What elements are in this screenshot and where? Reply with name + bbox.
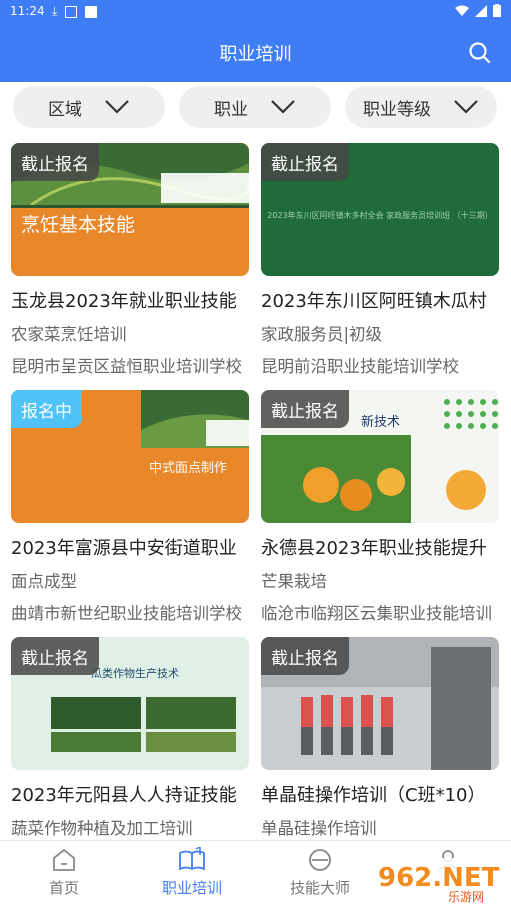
thumb-text: 2023年东川区阿旺镇木多村全会 家政服务员培训班 （十三期） [267, 210, 492, 220]
watermark-subtext: 乐游网 [448, 890, 484, 904]
notification-icons: ⤓ [52, 4, 98, 19]
watermark-text: 962.NET [378, 863, 500, 893]
book-icon [179, 847, 205, 871]
course-occupation: 农家菜烹饪培训 [11, 325, 127, 344]
course-title: 2023年东川区阿旺镇木瓜村 [261, 291, 487, 312]
chevron-down-icon [454, 100, 478, 114]
tab-skill-master[interactable]: 技能大师 [256, 847, 384, 898]
course-occupation: 单晶硅操作培训 [261, 819, 377, 838]
course-organization: 昆明市呈贡区益恒职业培训学校 [11, 357, 242, 376]
search-icon [469, 42, 491, 64]
filter-label: 区域 [48, 99, 82, 120]
course-card[interactable]: 2023年东川区阿旺镇木多村全会 家政服务员培训班 （十三期） 截止报名 202… [261, 143, 499, 383]
course-card[interactable]: 截止报名 单晶硅操作培训（C班*10） 单晶硅操作培训 [261, 637, 499, 838]
course-title: 2023年富源县中安街道职业 [11, 538, 237, 559]
watermark-logo: 962.NET 乐游网 [372, 858, 506, 904]
thumb-text: 烹饪基本技能 [21, 214, 135, 236]
status-badge: 报名中 [11, 390, 82, 428]
square-notification-icon [85, 5, 98, 18]
tab-home[interactable]: 首页 [0, 847, 128, 898]
thumb-text: 中式面点制作 [149, 461, 227, 476]
filter-occupation[interactable]: 职业 [179, 86, 331, 128]
course-title: 永德县2023年职业技能提升 [261, 538, 487, 559]
status-badge: 截止报名 [11, 637, 99, 675]
download-icon: ⤓ [52, 4, 58, 18]
tab-label: 技能大师 [289, 879, 350, 897]
tab-label: 首页 [48, 879, 79, 897]
course-occupation: 家政服务员|初级 [261, 325, 383, 344]
thumb-text: 新技术 [361, 414, 400, 430]
battery-icon [493, 4, 501, 17]
app-notification-icon [65, 5, 78, 18]
course-organization: 曲靖市新世纪职业技能培训学校 [11, 604, 242, 623]
filter-label: 职业 [214, 99, 248, 120]
course-title: 2023年元阳县人人持证技能 [11, 785, 237, 806]
status-bar: 11:24 ⤓ [0, 0, 511, 24]
filter-bar: 区域 职业 职业等级 [0, 82, 511, 134]
home-icon [53, 848, 75, 871]
course-occupation: 蔬菜作物种植及加工培训 [11, 819, 193, 838]
tab-label: 职业培训 [161, 879, 222, 897]
status-badge: 截止报名 [11, 143, 99, 181]
course-card[interactable]: 瓜类作物生产技术 截止报名 2023年元阳县人人持证技能 蔬菜作物种植及加工培训 [11, 637, 249, 838]
master-icon [309, 849, 331, 871]
chevron-down-icon [271, 100, 295, 114]
search-button[interactable] [467, 40, 493, 66]
course-occupation: 芒果栽培 [261, 572, 327, 591]
course-card[interactable]: 新技术 截止报名 永德县2023年职业技能提升 芒果栽培 临沧市临翔区云集职业技… [261, 390, 499, 630]
tab-vocational-training[interactable]: 职业培训 [128, 847, 256, 898]
thumb-text: 瓜类作物生产技术 [91, 666, 179, 680]
system-icons [455, 4, 501, 17]
course-title: 玉龙县2023年就业职业技能 [11, 291, 237, 312]
status-badge: 截止报名 [261, 637, 349, 675]
page-title: 职业培训 [219, 44, 292, 65]
filter-label: 职业等级 [363, 99, 431, 120]
filter-level[interactable]: 职业等级 [345, 86, 497, 128]
status-time: 11:24 [10, 4, 45, 18]
course-occupation: 面点成型 [11, 572, 77, 591]
chevron-down-icon [105, 100, 129, 114]
course-card[interactable]: 烹饪基本技能 截止报名 玉龙县2023年就业职业技能 农家菜烹饪培训 昆明市呈贡… [11, 143, 249, 383]
filter-region[interactable]: 区域 [13, 86, 165, 128]
app-header: 职业培训 [0, 24, 511, 82]
course-organization: 临沧市临翔区云集职业技能培训 [261, 604, 492, 623]
signal-icon [475, 4, 487, 17]
status-badge: 截止报名 [261, 390, 349, 428]
course-organization: 昆明前沿职业技能培训学校 [261, 357, 459, 376]
course-card[interactable]: 中式面点制作 报名中 2023年富源县中安街道职业 面点成型 曲靖市新世纪职业技… [11, 390, 249, 630]
course-title: 单晶硅操作培训（C班*10） [261, 785, 486, 806]
wifi-icon [455, 5, 469, 16]
status-badge: 截止报名 [261, 143, 349, 181]
